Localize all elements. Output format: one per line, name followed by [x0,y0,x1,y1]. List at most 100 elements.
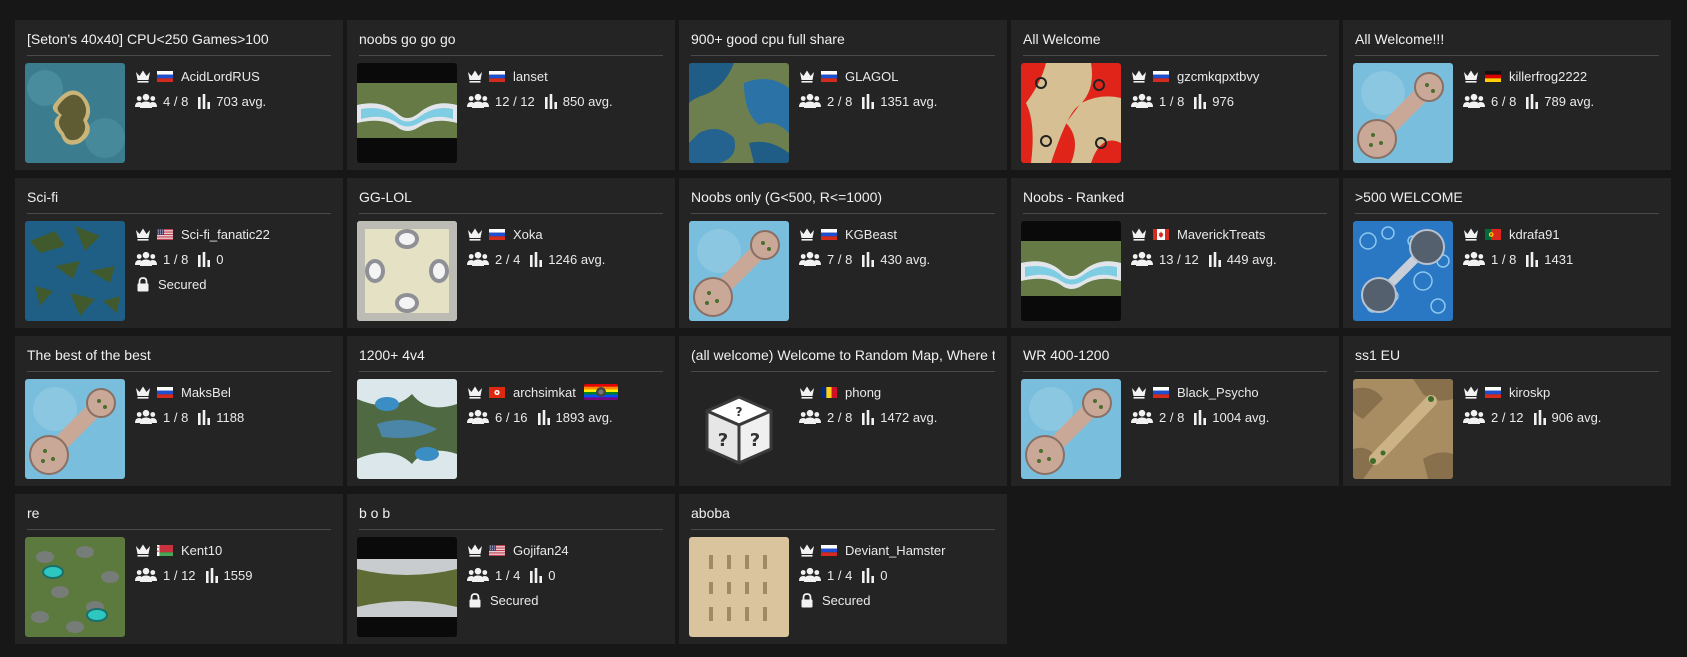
crown-icon [136,544,150,557]
lobby-card[interactable]: [Seton's 40x40] CPU<250 Games>100 AcidLo… [15,20,343,170]
rating-bars-icon [544,93,557,109]
lobby-card[interactable]: Noobs - Ranked MaverickTreats 13 / 12 44… [1011,178,1339,328]
host-name: KGBeast [845,226,898,242]
lobby-card[interactable]: aboba Deviant_Hamster 1 / 4 0 Secured [679,494,1007,644]
host-name: Xoka [513,226,543,242]
crown-icon [136,386,150,399]
lobby-card[interactable]: 1200+ 4v4 archsimkat 6 / 16 1893 avg. [347,336,675,486]
lobby-card[interactable]: Sci-fi Sci-fi_fanatic22 1 / 8 0 Secured [15,178,343,328]
lobby-info: archsimkat 6 / 16 1893 avg. [467,383,667,433]
rating-value: 0 [880,567,888,583]
player-count: 1 / 4 [827,567,853,583]
svg-text:?: ? [736,405,743,419]
lobby-title: >500 WELCOME [1355,189,1463,205]
lobby-info: Kent10 1 / 12 1559 [135,541,335,591]
map-preview [1021,221,1121,321]
flag-ru-icon [1485,386,1501,398]
map-preview [25,537,125,637]
lobby-card[interactable]: b o b Gojifan24 1 / 4 0 Secured [347,494,675,644]
player-count: 12 / 12 [495,93,535,109]
player-count: 13 / 12 [1159,251,1199,267]
secured-row: Secured [135,275,335,293]
lobby-card[interactable]: 900+ good cpu full share GLAGOL 2 / 8 13… [679,20,1007,170]
rating-value: 976 [1212,93,1234,109]
flag-us-icon [157,228,173,240]
stats-row: 2 / 8 1472 avg. [799,408,999,426]
lobby-info: Gojifan24 1 / 4 0 Secured [467,541,667,616]
lobby-card[interactable]: noobs go go go lanset 12 / 12 850 avg. [347,20,675,170]
flag-de-icon [1485,70,1501,82]
map-preview [689,221,789,321]
rating-value: 1004 avg. [1212,409,1270,425]
host-name: Black_Psycho [1177,384,1259,400]
lobby-title: [Seton's 40x40] CPU<250 Games>100 [27,31,269,47]
rating-value: 850 avg. [562,93,613,109]
lobby-card[interactable]: The best of the best MaksBel 1 / 8 1188 [15,336,343,486]
stats-row: 13 / 12 449 avg. [1131,250,1331,268]
title-divider [1355,213,1659,214]
rating-bars-icon [537,409,550,425]
lobby-title: (all welcome) Welcome to Random Map, Whe… [691,347,995,363]
rating-bars-icon [198,93,211,109]
flag-ru-icon [157,386,173,398]
players-icon [1131,251,1153,266]
lobby-card[interactable]: (all welcome) Welcome to Random Map, Whe… [679,336,1007,486]
rating-value: 0 [216,251,224,267]
flag-ro-icon [821,386,837,398]
lobby-card[interactable]: >500 WELCOME kdrafa91 1 / 8 1431 [1343,178,1671,328]
crown-icon [800,70,814,83]
lobby-card[interactable]: re Kent10 1 / 12 1559 [15,494,343,644]
rating-value: 1351 avg. [880,93,938,109]
lobby-title: The best of the best [27,347,151,363]
svg-text:?: ? [750,430,760,451]
rating-bars-icon [530,251,543,267]
lobby-title: All Welcome [1023,31,1101,47]
lobby-card[interactable]: All Welcome!!! killerfrog2222 6 / 8 789 … [1343,20,1671,170]
host-name: killerfrog2222 [1509,68,1588,84]
lobby-card[interactable]: ss1 EU kiroskp 2 / 12 906 avg. [1343,336,1671,486]
players-icon [799,567,821,582]
lobby-card[interactable]: All Welcome gzcmkqpxtbvy 1 / 8 976 [1011,20,1339,170]
flag-ru-icon [489,228,505,240]
players-icon [467,93,489,108]
stats-row: 2 / 12 906 avg. [1463,408,1663,426]
stats-row: 4 / 8 703 avg. [135,92,335,110]
secured-label: Secured [822,592,871,608]
host-name: MaverickTreats [1177,226,1266,242]
host-row: AcidLordRUS [135,67,335,85]
stats-row: 2 / 8 1351 avg. [799,92,999,110]
players-icon [467,409,489,424]
crown-icon [136,70,150,83]
lobby-info: killerfrog2222 6 / 8 789 avg. [1463,67,1663,117]
map-preview [25,221,125,321]
host-row: Sci-fi_fanatic22 [135,225,335,243]
player-count: 2 / 8 [1159,409,1185,425]
crown-icon [468,70,482,83]
host-name: GLAGOL [845,68,899,84]
host-name: kiroskp [1509,384,1551,400]
title-divider [359,529,663,530]
lobby-info: lanset 12 / 12 850 avg. [467,67,667,117]
title-divider [27,213,331,214]
players-icon [1463,251,1485,266]
host-row: Gojifan24 [467,541,667,559]
rating-value: 1559 [223,567,253,583]
rating-bars-icon [1208,251,1221,267]
stats-row: 1 / 8 1431 [1463,250,1663,268]
map-preview [689,63,789,163]
stats-row: 1 / 8 0 [135,250,335,268]
crown-icon [1464,70,1478,83]
lobby-card[interactable]: Noobs only (G<500, R<=1000) KGBeast 7 / … [679,178,1007,328]
host-row: Black_Psycho [1131,383,1331,401]
map-preview [1021,379,1121,479]
title-divider [27,371,331,372]
lobby-card[interactable]: WR 400-1200 Black_Psycho 2 / 8 1004 avg. [1011,336,1339,486]
players-icon [135,567,157,582]
title-divider [1023,213,1327,214]
title-divider [359,371,663,372]
host-row: gzcmkqpxtbvy [1131,67,1331,85]
lobby-grid: [Seton's 40x40] CPU<250 Games>100 AcidLo… [15,20,1671,644]
host-name: gzcmkqpxtbvy [1177,68,1260,84]
lobby-card[interactable]: GG-LOL Xoka 2 / 4 1246 avg. [347,178,675,328]
host-name: Kent10 [181,542,223,558]
